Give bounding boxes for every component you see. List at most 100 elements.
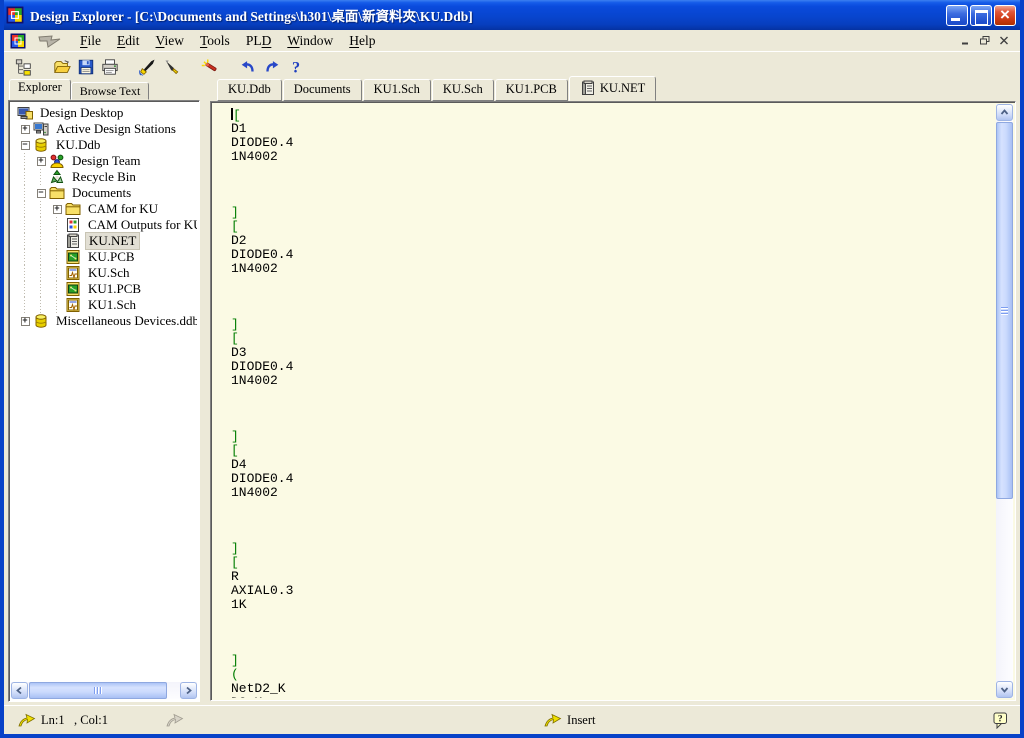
insert-mode-indicator: Insert (567, 713, 595, 728)
scroll-left-button[interactable] (11, 682, 28, 699)
menu-help[interactable]: Help (341, 32, 383, 50)
menu-file[interactable]: File (72, 32, 109, 50)
mdi-document-icon[interactable] (10, 33, 26, 49)
line-col-indicator: Ln:1 , Col:1 (41, 713, 108, 728)
menu-tools[interactable]: Tools (192, 32, 238, 50)
pcb-doc-icon (65, 249, 81, 265)
hierarchy-icon (15, 57, 33, 75)
vertical-scrollbar-thumb[interactable] (996, 122, 1013, 499)
expand-plus-icon[interactable]: + (21, 317, 30, 326)
sch-doc-icon (65, 297, 81, 313)
desktop-icon (17, 105, 33, 121)
editor-line: DIODE0.4 (231, 472, 994, 486)
editor-line (231, 192, 994, 206)
tree-item-label: KU.PCB (85, 249, 138, 265)
horizontal-scrollbar[interactable] (11, 682, 197, 699)
tree-item-recycle-bin[interactable]: Recycle Bin (11, 169, 197, 185)
scroll-down-button[interactable] (996, 681, 1013, 698)
document-tab-ku1-sch[interactable]: KU1.Sch (363, 79, 431, 101)
horizontal-scrollbar-thumb[interactable] (29, 682, 167, 699)
text-editor[interactable]: [D1DIODE0.41N4002][D2DIODE0.41N4002][D3D… (210, 101, 1016, 701)
tree-indent-guide (17, 265, 33, 281)
special-tool-button[interactable] (198, 54, 222, 77)
copy-button[interactable] (160, 54, 184, 77)
editor-line: ] (231, 206, 994, 220)
mdi-restore-button[interactable] (976, 33, 993, 48)
editor-line (231, 528, 994, 542)
editor-line (231, 164, 994, 178)
editor-line: NetD2_K (231, 682, 994, 696)
cut-button[interactable] (136, 54, 160, 77)
collapse-minus-icon[interactable]: − (37, 189, 46, 198)
menu-window[interactable]: Window (279, 32, 341, 50)
tree-item-label: KU1.PCB (85, 281, 144, 297)
panel-tab-browse-text[interactable]: Browse Text (71, 82, 150, 100)
tree-indent-guide (33, 201, 49, 217)
editor-line: D3 (231, 346, 994, 360)
mdi-minimize-button[interactable] (957, 33, 974, 48)
document-menu-arrow-icon[interactable] (36, 33, 66, 49)
collapse-minus-icon[interactable]: − (21, 141, 30, 150)
minimize-button[interactable] (946, 5, 968, 26)
menu-edit[interactable]: Edit (109, 32, 148, 50)
explorer-toggle-button[interactable] (12, 54, 36, 77)
expand-plus-icon[interactable]: + (37, 157, 46, 166)
mdi-close-button[interactable] (995, 33, 1012, 48)
document-tab-ku-sch[interactable]: KU.Sch (432, 79, 494, 101)
tree-item-ku1-sch[interactable]: KU1.Sch (11, 297, 197, 313)
scroll-right-button[interactable] (180, 682, 197, 699)
tree-item-design-desktop[interactable]: Design Desktop (11, 105, 197, 121)
editor-line: ] (231, 430, 994, 444)
tree-indent-guide (49, 265, 65, 281)
tree-item-ku-pcb[interactable]: KU.PCB (11, 249, 197, 265)
menu-view[interactable]: View (148, 32, 192, 50)
redo-button[interactable] (260, 54, 284, 77)
editor-lines[interactable]: [D1DIODE0.41N4002][D2DIODE0.41N4002][D3D… (213, 104, 994, 698)
undo-icon (239, 57, 257, 75)
title-bar: Design Explorer - [C:\Documents and Sett… (0, 0, 1024, 30)
tree-item-ku-sch[interactable]: KU.Sch (11, 265, 197, 281)
menu-pld[interactable]: PLD (238, 32, 280, 50)
save-button[interactable] (74, 54, 98, 77)
print-button[interactable] (98, 54, 122, 77)
close-button[interactable] (994, 5, 1016, 26)
tree-item-design-team[interactable]: +Design Team (11, 153, 197, 169)
tree-item-ku-ddb[interactable]: − KU.Ddb (11, 137, 197, 153)
maximize-button[interactable] (970, 5, 992, 26)
expand-plus-icon[interactable]: + (21, 125, 30, 134)
tree-item-miscellaneous-devices-ddb[interactable]: +Miscellaneous Devices.ddb (11, 313, 197, 329)
document-tab-ku-net[interactable]: KU.NET (569, 76, 656, 101)
tree-item-label: KU.Ddb (53, 137, 103, 153)
tree-item-label: Active Design Stations (53, 121, 179, 137)
tree-indent-guide (49, 249, 65, 265)
tree-expand-slot: + (17, 313, 33, 329)
document-tab-documents[interactable]: Documents (283, 79, 362, 101)
document-tab-ku-ddb[interactable]: KU.Ddb (217, 79, 282, 101)
tree-item-active-design-stations[interactable]: + Active Design Stations (11, 121, 197, 137)
document-tab-label: KU.Ddb (228, 82, 271, 97)
expand-plus-icon[interactable]: + (53, 205, 62, 214)
help-balloon-icon[interactable]: ? (992, 712, 1008, 729)
pcb-doc-icon (65, 281, 81, 297)
editor-line: R (231, 570, 994, 584)
team-icon (49, 153, 65, 169)
tree-item-label: KU.Sch (85, 265, 133, 281)
tree-item-ku-net[interactable]: KU.NET (11, 233, 197, 249)
vertical-scrollbar[interactable] (996, 104, 1013, 698)
app-logo-icon[interactable] (6, 6, 24, 24)
editor-line (231, 388, 994, 402)
tree-item-cam-outputs-for-ku[interactable]: CAM Outputs for KU (11, 217, 197, 233)
status-arrow-icon (18, 713, 36, 727)
tree-item-cam-for-ku[interactable]: +CAM for KU (11, 201, 197, 217)
print-icon (101, 57, 119, 75)
explorer-tree-box: Design Desktop + Active Design Stations − KU… (8, 100, 200, 702)
scroll-up-button[interactable] (996, 104, 1013, 121)
panel-tab-explorer[interactable]: Explorer (9, 79, 71, 100)
undo-button[interactable] (236, 54, 260, 77)
tree-item-documents[interactable]: −Documents (11, 185, 197, 201)
app-window: Design Explorer - [C:\Documents and Sett… (0, 0, 1024, 738)
document-tab-ku1-pcb[interactable]: KU1.PCB (495, 79, 568, 101)
tree-item-ku1-pcb[interactable]: KU1.PCB (11, 281, 197, 297)
help-button[interactable]: ? (284, 54, 308, 77)
open-document-button[interactable] (50, 54, 74, 77)
